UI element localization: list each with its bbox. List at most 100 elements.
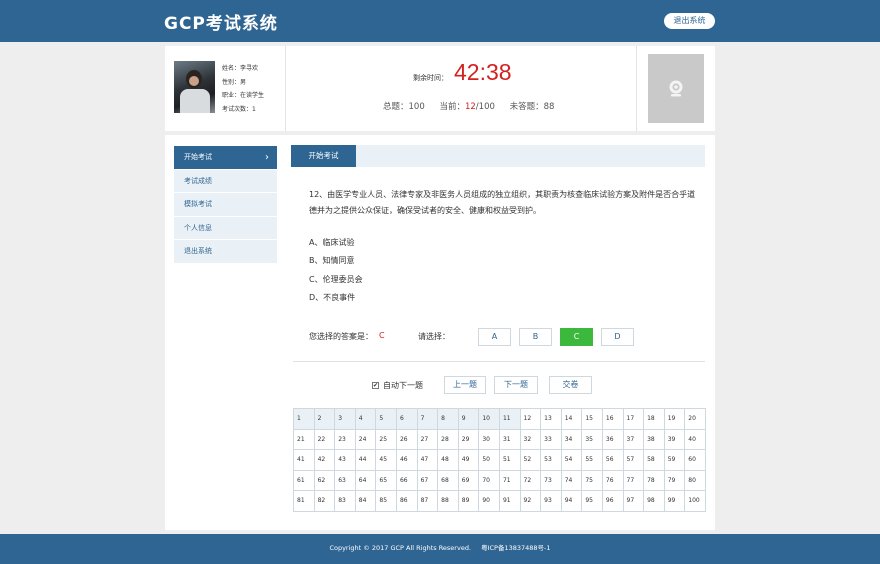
question-number-cell[interactable]: 69 (457, 469, 480, 491)
question-number-cell[interactable]: 17 (622, 408, 645, 430)
question-number-cell[interactable]: 15 (581, 408, 603, 430)
question-number-cell[interactable]: 1 (293, 408, 315, 430)
question-number-cell[interactable]: 37 (622, 428, 645, 450)
question-number-cell[interactable]: 87 (416, 490, 439, 512)
question-number-cell[interactable]: 3 (334, 408, 356, 430)
question-number-cell[interactable]: 78 (643, 469, 665, 491)
auto-next-toggle[interactable]: ✔ 自动下一题 (372, 380, 423, 391)
question-number-cell[interactable]: 30 (478, 428, 500, 450)
question-number-cell[interactable]: 82 (313, 490, 336, 512)
sidebar-item-exam-results[interactable]: 考试成绩 (174, 169, 277, 193)
question-number-cell[interactable]: 54 (560, 449, 583, 471)
question-number-cell[interactable]: 88 (437, 490, 459, 512)
choice-c-button[interactable]: C (560, 328, 593, 346)
question-number-cell[interactable]: 83 (334, 490, 356, 512)
question-number-cell[interactable]: 47 (416, 449, 439, 471)
question-number-cell[interactable]: 44 (354, 449, 377, 471)
question-number-cell[interactable]: 57 (622, 449, 645, 471)
question-number-cell[interactable]: 11 (498, 408, 521, 430)
choice-d-button[interactable]: D (601, 328, 634, 346)
question-number-cell[interactable]: 45 (375, 449, 397, 471)
question-number-cell[interactable]: 65 (375, 469, 397, 491)
question-number-cell[interactable]: 2 (313, 408, 336, 430)
question-number-cell[interactable]: 24 (354, 428, 377, 450)
question-number-cell[interactable]: 76 (601, 469, 624, 491)
question-number-cell[interactable]: 50 (478, 449, 500, 471)
question-number-cell[interactable]: 10 (478, 408, 500, 430)
question-number-cell[interactable]: 31 (498, 428, 521, 450)
question-number-cell[interactable]: 43 (334, 449, 356, 471)
question-number-cell[interactable]: 13 (540, 408, 562, 430)
question-number-cell[interactable]: 28 (437, 428, 459, 450)
question-number-cell[interactable]: 9 (457, 408, 480, 430)
question-number-cell[interactable]: 27 (416, 428, 439, 450)
question-number-cell[interactable]: 34 (560, 428, 583, 450)
question-number-cell[interactable]: 58 (643, 449, 665, 471)
question-number-cell[interactable]: 46 (395, 449, 418, 471)
question-number-cell[interactable]: 81 (293, 490, 315, 512)
question-number-cell[interactable]: 26 (395, 428, 418, 450)
auto-next-checkbox[interactable]: ✔ (372, 382, 379, 389)
question-number-cell[interactable]: 66 (395, 469, 418, 491)
question-number-cell[interactable]: 97 (622, 490, 645, 512)
question-number-cell[interactable]: 18 (643, 408, 665, 430)
question-number-cell[interactable]: 4 (354, 408, 377, 430)
question-number-cell[interactable]: 20 (684, 408, 706, 430)
question-number-cell[interactable]: 64 (354, 469, 377, 491)
question-number-cell[interactable]: 68 (437, 469, 459, 491)
question-number-cell[interactable]: 98 (643, 490, 665, 512)
question-number-cell[interactable]: 7 (416, 408, 439, 430)
question-number-cell[interactable]: 62 (313, 469, 336, 491)
question-number-cell[interactable]: 49 (457, 449, 480, 471)
question-number-cell[interactable]: 41 (293, 449, 315, 471)
question-number-cell[interactable]: 77 (622, 469, 645, 491)
question-number-cell[interactable]: 100 (684, 490, 706, 512)
question-number-cell[interactable]: 86 (395, 490, 418, 512)
sidebar-item-personal-info[interactable]: 个人信息 (174, 216, 277, 240)
question-number-cell[interactable]: 51 (498, 449, 521, 471)
logout-button[interactable]: 退出系统 (664, 13, 715, 29)
question-number-cell[interactable]: 67 (416, 469, 439, 491)
question-number-cell[interactable]: 93 (540, 490, 562, 512)
question-number-cell[interactable]: 73 (540, 469, 562, 491)
question-number-cell[interactable]: 80 (684, 469, 706, 491)
question-number-cell[interactable]: 39 (663, 428, 686, 450)
question-number-cell[interactable]: 60 (684, 449, 706, 471)
question-number-cell[interactable]: 63 (334, 469, 356, 491)
question-number-cell[interactable]: 92 (519, 490, 542, 512)
question-number-cell[interactable]: 70 (478, 469, 500, 491)
question-number-cell[interactable]: 42 (313, 449, 336, 471)
choice-b-button[interactable]: B (519, 328, 552, 346)
question-number-cell[interactable]: 56 (601, 449, 624, 471)
question-number-cell[interactable]: 91 (498, 490, 521, 512)
question-number-cell[interactable]: 48 (437, 449, 459, 471)
question-number-cell[interactable]: 8 (437, 408, 459, 430)
sidebar-item-logout[interactable]: 退出系统 (174, 240, 277, 264)
question-number-cell[interactable]: 29 (457, 428, 480, 450)
question-number-cell[interactable]: 23 (334, 428, 356, 450)
question-number-cell[interactable]: 74 (560, 469, 583, 491)
question-number-cell[interactable]: 85 (375, 490, 397, 512)
question-number-cell[interactable]: 25 (375, 428, 397, 450)
question-number-cell[interactable]: 19 (663, 408, 686, 430)
question-number-cell[interactable]: 14 (560, 408, 583, 430)
question-number-cell[interactable]: 94 (560, 490, 583, 512)
question-number-cell[interactable]: 55 (581, 449, 603, 471)
submit-exam-button[interactable]: 交卷 (549, 376, 592, 394)
question-number-cell[interactable]: 21 (293, 428, 315, 450)
question-number-cell[interactable]: 33 (540, 428, 562, 450)
tab-start-exam[interactable]: 开始考试 (291, 145, 356, 167)
question-number-cell[interactable]: 35 (581, 428, 603, 450)
next-question-button[interactable]: 下一题 (494, 376, 538, 394)
choice-a-button[interactable]: A (478, 328, 511, 346)
question-number-cell[interactable]: 12 (519, 408, 542, 430)
sidebar-item-mock-exam[interactable]: 模拟考试 (174, 193, 277, 217)
question-number-cell[interactable]: 90 (478, 490, 500, 512)
question-number-cell[interactable]: 38 (643, 428, 665, 450)
question-number-cell[interactable]: 5 (375, 408, 397, 430)
question-number-cell[interactable]: 89 (457, 490, 480, 512)
question-number-cell[interactable]: 52 (519, 449, 542, 471)
sidebar-item-start-exam[interactable]: 开始考试 › (174, 146, 277, 170)
question-number-cell[interactable]: 59 (663, 449, 686, 471)
question-number-cell[interactable]: 6 (395, 408, 418, 430)
